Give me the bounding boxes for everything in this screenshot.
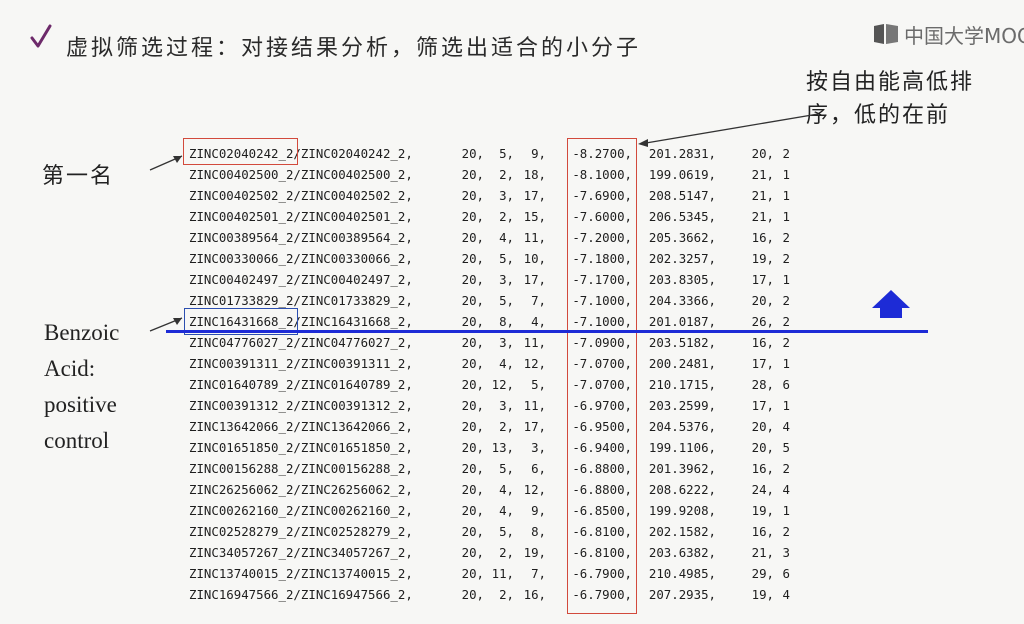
up-arrow-icon	[872, 290, 910, 318]
slide: 虚拟筛选过程：对接结果分析，筛选出适合的小分子 中国大学MOOC 按自由能高低排…	[0, 0, 1024, 624]
annotation-arrows	[149, 113, 910, 332]
sort-arrowhead	[638, 139, 648, 147]
